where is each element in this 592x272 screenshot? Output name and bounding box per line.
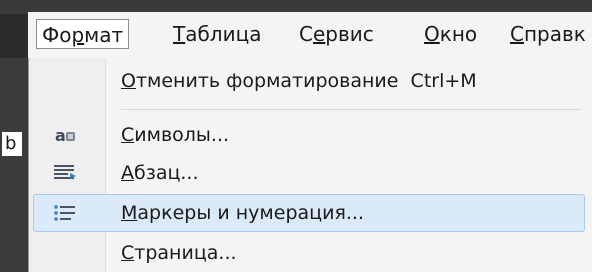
document-text: b bbox=[2, 132, 22, 156]
menu-service[interactable]: Сервис bbox=[299, 20, 374, 48]
menu-bar: Формат Таблица Сервис Окно Справк bbox=[28, 12, 592, 59]
menu-item-label: Страница... bbox=[121, 242, 237, 264]
menu-item-page[interactable]: Страница... bbox=[33, 234, 585, 272]
menu-item-label: Абзац... bbox=[121, 162, 199, 184]
paragraph-icon bbox=[53, 162, 77, 184]
character-icon: a bbox=[53, 124, 77, 146]
menu-help[interactable]: Справк bbox=[510, 20, 586, 48]
menu-separator bbox=[121, 109, 581, 110]
document-area[interactable]: b bbox=[0, 58, 28, 272]
shortcut-label: Ctrl+M bbox=[410, 70, 477, 92]
svg-text:a: a bbox=[55, 126, 66, 145]
menu-item-label: Символы... bbox=[121, 124, 230, 146]
menu-item-bullets-numbering[interactable]: Маркеры и нумерация... bbox=[33, 194, 585, 232]
menu-window[interactable]: Окно bbox=[424, 20, 477, 48]
bullets-numbering-icon bbox=[53, 202, 77, 224]
menu-item-clear-formatting[interactable]: Отменить форматирование Ctrl+M bbox=[33, 62, 585, 100]
menu-item-label: Маркеры и нумерация... bbox=[121, 202, 364, 224]
format-dropdown-menu: Отменить форматирование Ctrl+M a Символы… bbox=[28, 58, 592, 272]
menu-table[interactable]: Таблица bbox=[173, 20, 261, 48]
menu-item-paragraph[interactable]: Абзац... bbox=[33, 154, 585, 192]
menu-item-label: Отменить форматирование Ctrl+M bbox=[121, 70, 477, 92]
menu-format[interactable]: Формат bbox=[36, 19, 130, 49]
menu-item-characters[interactable]: a Символы... bbox=[33, 116, 585, 154]
